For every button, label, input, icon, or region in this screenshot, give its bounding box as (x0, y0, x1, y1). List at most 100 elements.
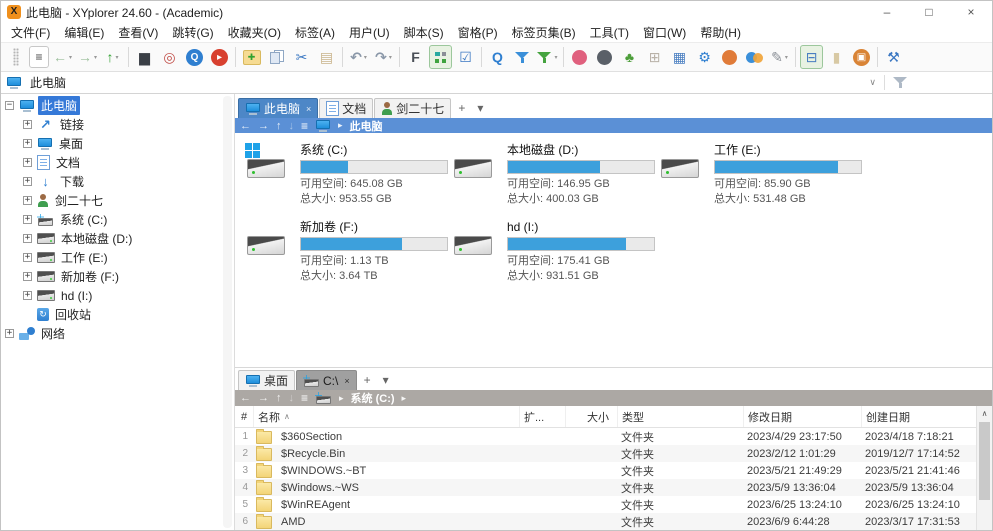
tree-expander[interactable]: + (23, 272, 32, 281)
basketball-button[interactable] (718, 45, 741, 69)
undo-button[interactable]: ↶ ▾ (347, 45, 370, 69)
tree-expander[interactable]: + (23, 234, 32, 243)
dropdown-caret-icon[interactable]: ▾ (69, 54, 72, 61)
minimize-button[interactable]: – (866, 1, 908, 23)
menubar-item[interactable]: 帮助(H) (693, 24, 748, 41)
tree-item[interactable]: + hd (I:) (1, 286, 234, 305)
tab[interactable]: 剑二十七 (374, 98, 452, 118)
menubar-item[interactable]: 标签(A) (288, 24, 342, 41)
show-mini-tree-button[interactable] (429, 45, 452, 69)
tree-plant-button[interactable]: ♣ (618, 45, 641, 69)
column-header-ext[interactable]: 扩... (519, 406, 565, 427)
crumb-forward-icon[interactable]: → (258, 120, 269, 132)
cut-button[interactable]: ✂ (290, 45, 313, 69)
back-button[interactable]: ← ▾ (51, 45, 74, 69)
tree-item[interactable]: + 工作 (E:) (1, 248, 234, 267)
menubar-item[interactable]: 脚本(S) (397, 24, 451, 41)
crumb-menu-icon[interactable]: ≡ (301, 119, 308, 133)
toolbar-grip[interactable] (4, 45, 27, 69)
column-header-index[interactable]: # (235, 406, 253, 427)
tab[interactable]: 桌面 (238, 370, 296, 390)
tree-item[interactable]: + ↓ 下载 (1, 172, 234, 191)
color-circles-button[interactable] (743, 45, 766, 69)
tab-list-button[interactable]: ▾ (377, 373, 395, 387)
tab-close-icon[interactable]: × (306, 104, 311, 114)
paste-button[interactable]: ▤ (315, 45, 338, 69)
table-row[interactable]: 6 AMD 文件夹 2023/6/9 6:44:28 2023/3/17 17:31:5… (235, 513, 977, 530)
filter-button[interactable] (511, 45, 534, 69)
table-row[interactable]: 2 $Recycle.Bin 文件夹 2023/2/12 1:01:29 2019/12… (235, 445, 977, 462)
menubar-item[interactable]: 窗口(W) (636, 24, 693, 41)
dropdown-caret-icon[interactable]: ▾ (115, 54, 118, 61)
tile-grid-button[interactable]: ⊞ (643, 45, 666, 69)
viewer-button[interactable]: ▣ (850, 45, 873, 69)
tree-expander[interactable]: + (5, 329, 14, 338)
forward-button[interactable]: → ▾ (76, 45, 99, 69)
menubar-item[interactable]: 标签页集(B) (505, 24, 583, 41)
tree-item[interactable]: + 文档 (1, 153, 234, 172)
tree-expander[interactable]: + (23, 215, 32, 224)
column-header-modified[interactable]: 修改日期 (743, 406, 861, 427)
tab[interactable]: C:\ × (296, 370, 357, 390)
menubar-item[interactable]: 跳转(G) (165, 24, 220, 41)
dropdown-caret-icon[interactable]: ▾ (94, 54, 97, 61)
checkbox-selection-button[interactable]: ☑ (454, 45, 477, 69)
addressbar[interactable]: 此电脑 ∨ (1, 72, 992, 94)
column-header-type[interactable]: 类型 (617, 406, 743, 427)
dual-pane-button[interactable]: ⊟ (800, 45, 823, 69)
copy-button[interactable] (265, 45, 288, 69)
tree-item[interactable]: + 桌面 (1, 134, 234, 153)
column-header-size[interactable]: 大小 (565, 406, 617, 427)
up-button[interactable]: ↑ ▾ (101, 45, 124, 69)
tab[interactable]: 文档 (319, 98, 374, 118)
dropdown-caret-icon[interactable]: ▾ (554, 54, 557, 61)
single-pane-button[interactable]: ▮ (825, 45, 848, 69)
drive-tile[interactable]: 新加卷 (F:) 可用空间: 1.13 TB 总大小: 3.64 TB (245, 220, 452, 297)
tree-item[interactable]: + ↗ 链接 (1, 115, 234, 134)
crumb-path[interactable]: 系统 (C:) (351, 390, 395, 406)
tree-item[interactable]: + 网络 (1, 324, 234, 343)
menubar-item[interactable]: 文件(F) (4, 24, 57, 41)
mini-tree-monitor-button[interactable]: ▆ (133, 45, 156, 69)
maximize-button[interactable]: □ (908, 1, 950, 23)
tab-list-button[interactable]: ▾ (471, 101, 489, 115)
addressbar-dropdown-icon[interactable]: ∨ (869, 77, 876, 88)
crumb-path[interactable]: 此电脑 (350, 118, 383, 134)
dropdown-caret-icon[interactable]: ▾ (389, 54, 392, 61)
catalog-target-button[interactable]: ◎ (158, 45, 181, 69)
close-button[interactable]: × (950, 1, 992, 23)
dropdown-caret-icon[interactable]: ▾ (785, 54, 788, 61)
find-files-button[interactable]: Q (486, 45, 509, 69)
new-tab-button[interactable]: + (452, 101, 471, 115)
tree-expander[interactable]: + (23, 253, 32, 262)
tab[interactable]: 此电脑 × (238, 98, 319, 118)
tree-expander[interactable]: − (5, 101, 14, 110)
tree-expander[interactable]: + (23, 158, 32, 167)
scroll-up-icon[interactable]: ∧ (977, 406, 992, 421)
menubar-item[interactable]: 工具(T) (583, 24, 636, 41)
list-scrollbar[interactable]: ∧ (976, 406, 992, 530)
tree-scrollbar[interactable] (223, 96, 232, 528)
tab-close-icon[interactable]: × (344, 376, 349, 386)
table-row[interactable]: 5 $WinREAgent 文件夹 2023/6/25 13:24:10 2023/6/… (235, 496, 977, 513)
tree-item[interactable]: + 新加卷 (F:) (1, 267, 234, 286)
tree-item[interactable]: − 此电脑 (1, 96, 234, 115)
crumb-back-icon[interactable]: ← (240, 392, 251, 404)
column-header-created[interactable]: 创建日期 (861, 406, 977, 427)
tree-expander[interactable]: + (23, 139, 32, 148)
menubar-item[interactable]: 收藏夹(O) (221, 24, 288, 41)
menubar-item[interactable]: 编辑(E) (57, 24, 111, 41)
tools-button[interactable]: ⚒ (882, 45, 905, 69)
redo-button[interactable]: ↷ ▾ (372, 45, 395, 69)
tree-expander[interactable]: + (23, 177, 32, 186)
tree-item[interactable]: + 本地磁盘 (D:) (1, 229, 234, 248)
table-row[interactable]: 1 $360Section 文件夹 2023/4/29 23:17:50 2023/4/… (235, 428, 977, 445)
tree-expander[interactable]: + (23, 291, 32, 300)
menubar-item[interactable]: 窗格(P) (451, 24, 505, 41)
visual-filter-button[interactable]: ▾ (536, 45, 559, 69)
crumb-menu-icon[interactable]: ≡ (301, 391, 308, 405)
list-menu-button[interactable]: ≡ (29, 46, 49, 68)
dark-sphere-button[interactable] (593, 45, 616, 69)
tree-item[interactable]: + 剑二十七 (1, 191, 234, 210)
flat-view-button[interactable]: F (404, 45, 427, 69)
